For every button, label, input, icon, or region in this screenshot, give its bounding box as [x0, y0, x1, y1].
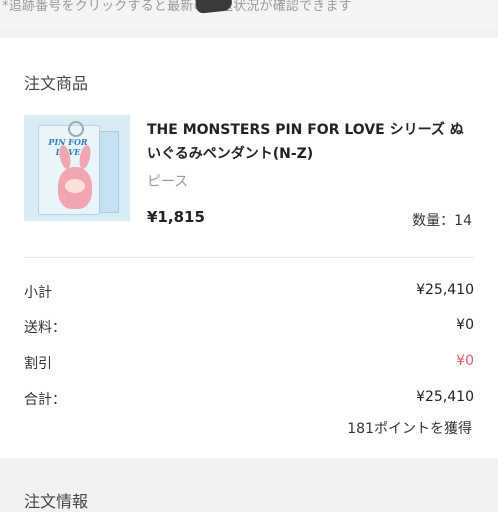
quantity-label: 数量： — [412, 213, 455, 229]
top-note-strip: *追跡番号をクリックすると最新の配送状況が確認できます — [0, 0, 498, 28]
shipping-label: 送料： — [24, 320, 66, 336]
product-thumbnail[interactable]: PIN FOR LOVE — [24, 115, 130, 221]
product-name[interactable]: THE MONSTERS PIN FOR LOVE シリーズ ぬいぐるみペンダン… — [147, 118, 477, 166]
plush-face — [65, 179, 85, 193]
product-box-side — [99, 131, 119, 213]
keychain-ring-icon — [68, 121, 84, 137]
quantity: 数量：14 — [412, 210, 472, 230]
total-row: 合計： ¥25,410 — [24, 389, 474, 411]
subtotal-value: ¥25,410 — [416, 282, 474, 298]
order-info-title: 注文情報 — [24, 492, 89, 511]
subtotal-label: 小計 — [24, 285, 52, 301]
subtotal-row: 小計 ¥25,410 — [24, 282, 474, 304]
total-value: ¥25,410 — [416, 389, 474, 405]
divider — [24, 257, 474, 258]
shipping-row: 送料： ¥0 — [24, 317, 474, 339]
quantity-value: 14 — [454, 213, 472, 229]
shipping-value: ¥0 — [456, 317, 474, 333]
discount-row: 割引 ¥0 — [24, 353, 474, 375]
order-items-title: 注文商品 — [24, 74, 89, 93]
tracking-note: *追跡番号をクリックすると最新の配送状況が確認できます — [2, 0, 352, 14]
product-variant: ピース — [147, 174, 189, 190]
discount-label: 割引 — [24, 356, 52, 372]
discount-value: ¥0 — [456, 353, 474, 369]
points-earned: 181ポイントを獲得 — [347, 421, 472, 437]
total-label: 合計： — [24, 392, 66, 408]
unit-price: ¥1,815 — [147, 208, 205, 226]
